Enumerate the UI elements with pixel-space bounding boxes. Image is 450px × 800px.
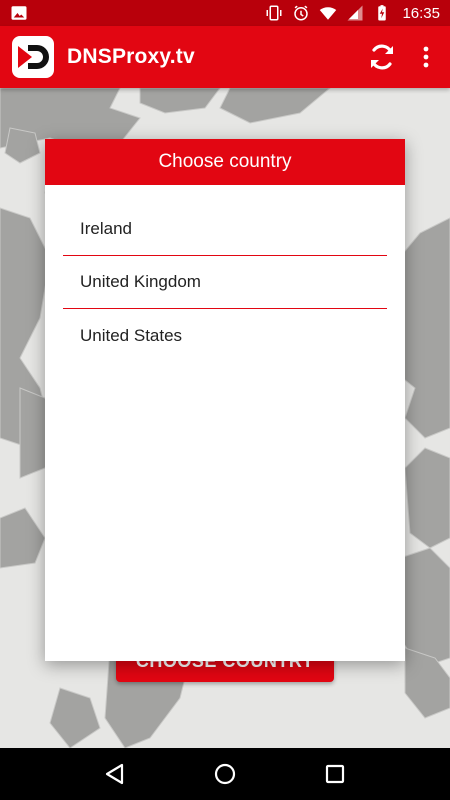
- home-icon: [214, 763, 236, 785]
- dnsproxy-logo: [12, 36, 54, 78]
- status-bar: 16:35: [0, 0, 450, 26]
- refresh-icon: [371, 44, 393, 70]
- refresh-button[interactable]: [360, 35, 404, 79]
- app-title: DNSProxy.tv: [67, 45, 195, 68]
- recents-button[interactable]: [311, 750, 359, 798]
- more-vert-icon: [423, 46, 429, 68]
- image-icon: [11, 6, 27, 20]
- wifi-icon: [320, 7, 337, 20]
- back-button[interactable]: [91, 750, 139, 798]
- navigation-bar: [0, 748, 450, 800]
- choose-country-dialog: Choose country Ireland United Kingdom Un…: [45, 139, 405, 661]
- battery-charging-icon: [378, 5, 387, 21]
- country-list: Ireland United Kingdom United States: [45, 203, 405, 362]
- country-item-united-kingdom[interactable]: United Kingdom: [63, 256, 387, 309]
- home-button[interactable]: [201, 750, 249, 798]
- more-options-button[interactable]: [414, 35, 438, 79]
- clock: 16:35: [402, 4, 440, 22]
- dialog-title: Choose country: [45, 139, 405, 185]
- recents-icon: [325, 764, 345, 784]
- back-icon: [105, 763, 124, 785]
- alarm-icon: [294, 5, 309, 21]
- signal-icon: [347, 5, 363, 21]
- country-item-united-states[interactable]: United States: [63, 309, 387, 362]
- vibrate-icon: [266, 5, 282, 21]
- country-item-ireland[interactable]: Ireland: [63, 203, 387, 256]
- app-bar: DNSProxy.tv: [0, 26, 450, 88]
